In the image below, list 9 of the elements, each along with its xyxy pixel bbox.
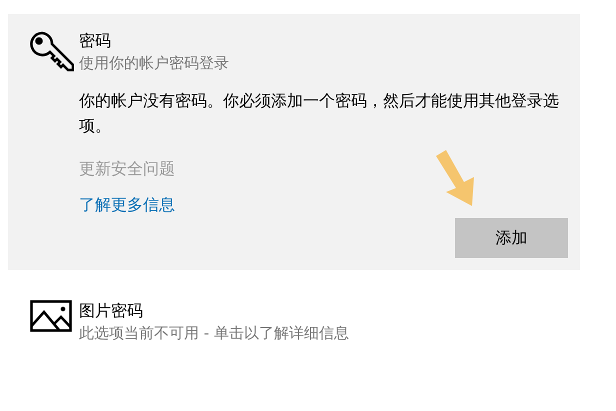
- add-button[interactable]: 添加: [455, 218, 568, 258]
- link[interactable]: 了解更多信息: [79, 194, 175, 216]
- option-title: 密码: [79, 30, 111, 52]
- picture-icon: [30, 300, 72, 332]
- option-title: 图片密码: [79, 300, 143, 322]
- option-subtitle: 使用你的帐户密码登录: [79, 53, 229, 74]
- message-text: 你的帐户没有密码。你必须添加一个密码，然后才能使用其他登录选项。: [79, 90, 560, 137]
- option-subtitle: 此选项当前不可用 - 单击以了解详细信息: [79, 323, 349, 344]
- option-row[interactable]: 图片密码 此选项当前不可用 - 单击以了解详细信息: [8, 284, 580, 356]
